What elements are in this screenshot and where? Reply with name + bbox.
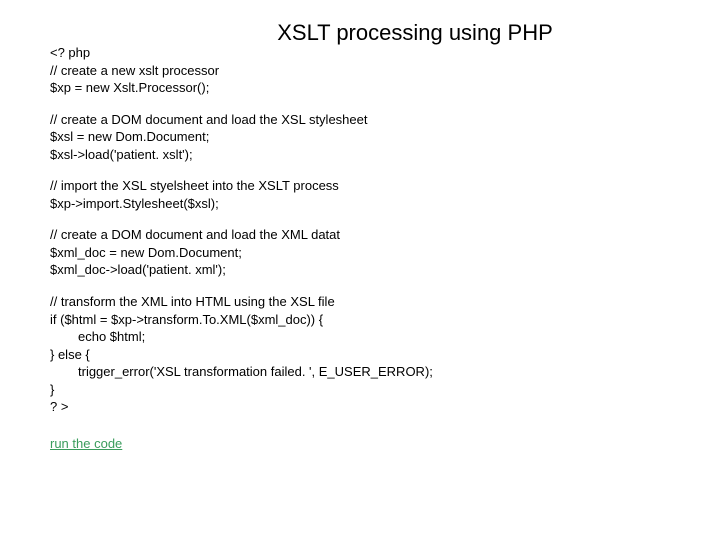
code-line: if ($html = $xp->transform.To.XML($xml_d… xyxy=(50,311,670,329)
code-para-2: // create a DOM document and load the XS… xyxy=(50,111,670,164)
code-line: $xsl = new Dom.Document; xyxy=(50,128,670,146)
code-line: $xml_doc = new Dom.Document; xyxy=(50,244,670,262)
code-line: $xp = new Xslt.Processor(); xyxy=(50,79,670,97)
code-line: } else { xyxy=(50,346,670,364)
code-line: ? > xyxy=(50,398,670,416)
code-line: <? php xyxy=(50,44,670,62)
code-line: trigger_error('XSL transformation failed… xyxy=(50,363,670,381)
code-para-1: <? php // create a new xslt processor $x… xyxy=(50,44,670,97)
code-block: <? php // create a new xslt processor $x… xyxy=(50,44,670,416)
code-line: // create a new xslt processor xyxy=(50,62,670,80)
page-title: XSLT processing using PHP xyxy=(50,20,670,46)
code-line: // transform the XML into HTML using the… xyxy=(50,293,670,311)
code-line: $xsl->load('patient. xslt'); xyxy=(50,146,670,164)
code-line: // create a DOM document and load the XS… xyxy=(50,111,670,129)
code-line: // import the XSL styelsheet into the XS… xyxy=(50,177,670,195)
code-line: $xml_doc->load('patient. xml'); xyxy=(50,261,670,279)
code-para-3: // import the XSL styelsheet into the XS… xyxy=(50,177,670,212)
code-para-5: // transform the XML into HTML using the… xyxy=(50,293,670,416)
code-para-4: // create a DOM document and load the XM… xyxy=(50,226,670,279)
run-code-link[interactable]: run the code xyxy=(50,436,122,451)
code-line: // create a DOM document and load the XM… xyxy=(50,226,670,244)
code-line: echo $html; xyxy=(50,328,670,346)
code-line: } xyxy=(50,381,670,399)
code-line: $xp->import.Stylesheet($xsl); xyxy=(50,195,670,213)
